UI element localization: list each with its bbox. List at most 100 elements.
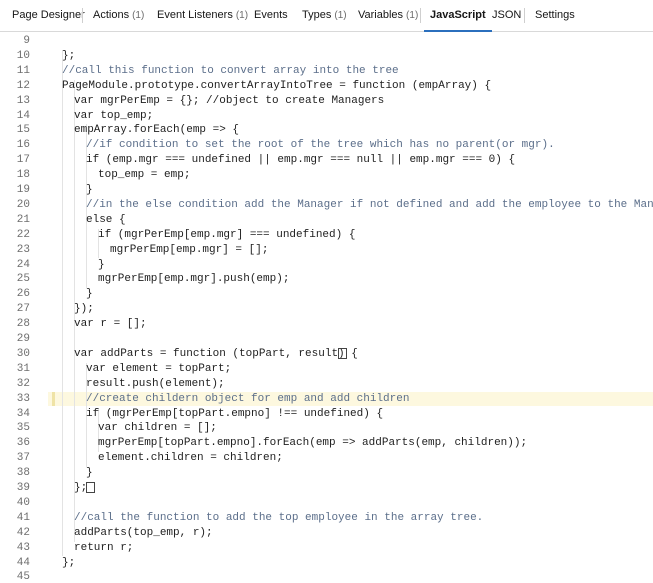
- line-number: 10: [16, 49, 30, 62]
- tab-label: Events: [254, 9, 288, 21]
- code-line[interactable]: //if condition to set the root of the tr…: [86, 139, 555, 151]
- tab-javascript[interactable]: JavaScript: [424, 0, 492, 32]
- tab-variables[interactable]: Variables (1): [358, 0, 418, 31]
- line-number: 24: [16, 258, 30, 271]
- code-line[interactable]: //call this function to convert array in…: [62, 65, 399, 77]
- line-number: 33: [16, 392, 30, 405]
- line-number: 25: [16, 273, 30, 286]
- line-number: 22: [16, 228, 30, 241]
- current-line-marker: [52, 391, 55, 406]
- line-number: 18: [16, 169, 30, 182]
- line-number: 35: [16, 422, 30, 435]
- tab-label: Types: [302, 9, 332, 21]
- line-number: 14: [16, 109, 30, 122]
- line-number: 36: [16, 437, 30, 450]
- code-line[interactable]: }: [98, 259, 105, 271]
- bracket-match-icon: [86, 482, 95, 493]
- tab-count: (1): [334, 10, 347, 21]
- tab-label: Settings: [535, 9, 575, 21]
- line-number: 30: [16, 347, 30, 360]
- line-number: 45: [16, 571, 30, 583]
- line-number: 12: [16, 79, 30, 92]
- code-line[interactable]: if (mgrPerEmp[topPart.empno] !== undefin…: [86, 408, 383, 420]
- tab-json[interactable]: JSON: [492, 0, 521, 31]
- tab-label: Variables: [358, 9, 404, 21]
- tab-count: (1): [235, 10, 249, 21]
- tab-label: Event Listeners: [157, 9, 233, 21]
- code-line[interactable]: }: [86, 184, 93, 196]
- tab-label: JSON: [492, 9, 522, 21]
- line-number: 16: [16, 139, 30, 152]
- tab-events[interactable]: Events: [254, 0, 288, 31]
- tab-actions[interactable]: Actions (1): [93, 0, 144, 31]
- code-line[interactable]: return r;: [74, 542, 133, 554]
- tab-types[interactable]: Types (1): [302, 0, 347, 31]
- line-number: 28: [16, 318, 30, 331]
- line-number: 15: [16, 124, 30, 137]
- code-line[interactable]: addParts(top_emp, r);: [74, 527, 213, 539]
- indent-guide: [62, 49, 63, 557]
- tab-divider: [82, 8, 83, 23]
- code-line[interactable]: var r = [];: [74, 318, 147, 330]
- code-line[interactable]: if (emp.mgr === undefined || emp.mgr ===…: [86, 154, 515, 166]
- line-number: 17: [16, 154, 30, 167]
- code-line[interactable]: var children = [];: [98, 422, 217, 434]
- tab-divider: [524, 8, 525, 23]
- code-line[interactable]: };: [62, 557, 75, 569]
- code-line[interactable]: //create childern object for emp and add…: [86, 393, 409, 405]
- line-number: 39: [16, 482, 30, 494]
- line-number: 31: [16, 362, 30, 375]
- line-number: 21: [16, 213, 30, 226]
- code-line[interactable]: mgrPerEmp[emp.mgr] = [];: [110, 244, 268, 256]
- tab-label: JavaScript: [430, 9, 486, 21]
- bracket-match-icon: [338, 347, 347, 359]
- line-number: 32: [16, 377, 30, 390]
- line-number: 38: [16, 467, 30, 480]
- line-number: 23: [16, 243, 30, 256]
- code-line[interactable]: result.push(element);: [86, 378, 225, 390]
- tab-label: Actions: [93, 9, 130, 21]
- code-editor[interactable]: 9 10}; 11 //call this function to convert a…: [0, 32, 653, 583]
- tab-label: Page Designer: [12, 9, 85, 21]
- line-number: 19: [16, 184, 30, 196]
- line-number: 34: [16, 407, 30, 420]
- line-number: 37: [16, 452, 30, 465]
- code-line[interactable]: var top_emp;: [74, 110, 153, 122]
- code-line[interactable]: if (mgrPerEmp[emp.mgr] === undefined) {: [98, 229, 355, 241]
- line-number: 9: [23, 35, 30, 47]
- code-line[interactable]: mgrPerEmp[topPart.empno].forEach(emp => …: [98, 437, 527, 449]
- line-number: 13: [16, 94, 30, 107]
- code-line[interactable]: top_emp = emp;: [98, 169, 190, 181]
- code-line[interactable]: //in the else condition add the Manager …: [86, 199, 653, 211]
- code-line[interactable]: var mgrPerEmp = {}; //object to create M…: [74, 95, 384, 107]
- code-line[interactable]: PageModule.prototype.convertArrayIntoTre…: [62, 80, 491, 92]
- tab-count: (1): [132, 10, 145, 21]
- line-number: 11: [16, 64, 30, 77]
- code-line[interactable]: var addParts = function (topPart, result…: [74, 348, 358, 360]
- code-line[interactable]: var element = topPart;: [86, 363, 231, 375]
- code-line[interactable]: else {: [86, 214, 126, 226]
- line-number: 41: [16, 511, 30, 524]
- line-number: 42: [16, 526, 30, 539]
- code-line[interactable]: });: [74, 303, 94, 315]
- line-number: 26: [16, 288, 30, 301]
- editor-tab-bar: Page Designer Actions (1) Event Listeners…: [0, 0, 653, 32]
- line-number: 27: [16, 303, 30, 316]
- tab-divider: [420, 8, 421, 23]
- code-line[interactable]: empArray.forEach(emp => {: [74, 124, 239, 136]
- line-number: 20: [16, 198, 30, 211]
- code-line[interactable]: mgrPerEmp[emp.mgr].push(emp);: [98, 273, 289, 285]
- code-line[interactable]: }: [86, 288, 93, 300]
- tab-count: (1): [406, 10, 419, 21]
- code-line[interactable]: //call the function to add the top emplo…: [74, 512, 483, 524]
- code-line[interactable]: }: [86, 467, 93, 479]
- line-number: 40: [16, 496, 30, 509]
- tab-page-designer[interactable]: Page Designer: [12, 0, 85, 31]
- tab-event-listeners[interactable]: Event Listeners (1): [157, 0, 248, 31]
- line-number: 43: [16, 541, 30, 554]
- tab-settings[interactable]: Settings: [535, 0, 575, 31]
- line-number: 29: [16, 333, 30, 345]
- code-line[interactable]: };: [62, 50, 75, 62]
- line-number: 44: [16, 556, 30, 569]
- code-line[interactable]: element.children = children;: [98, 452, 283, 464]
